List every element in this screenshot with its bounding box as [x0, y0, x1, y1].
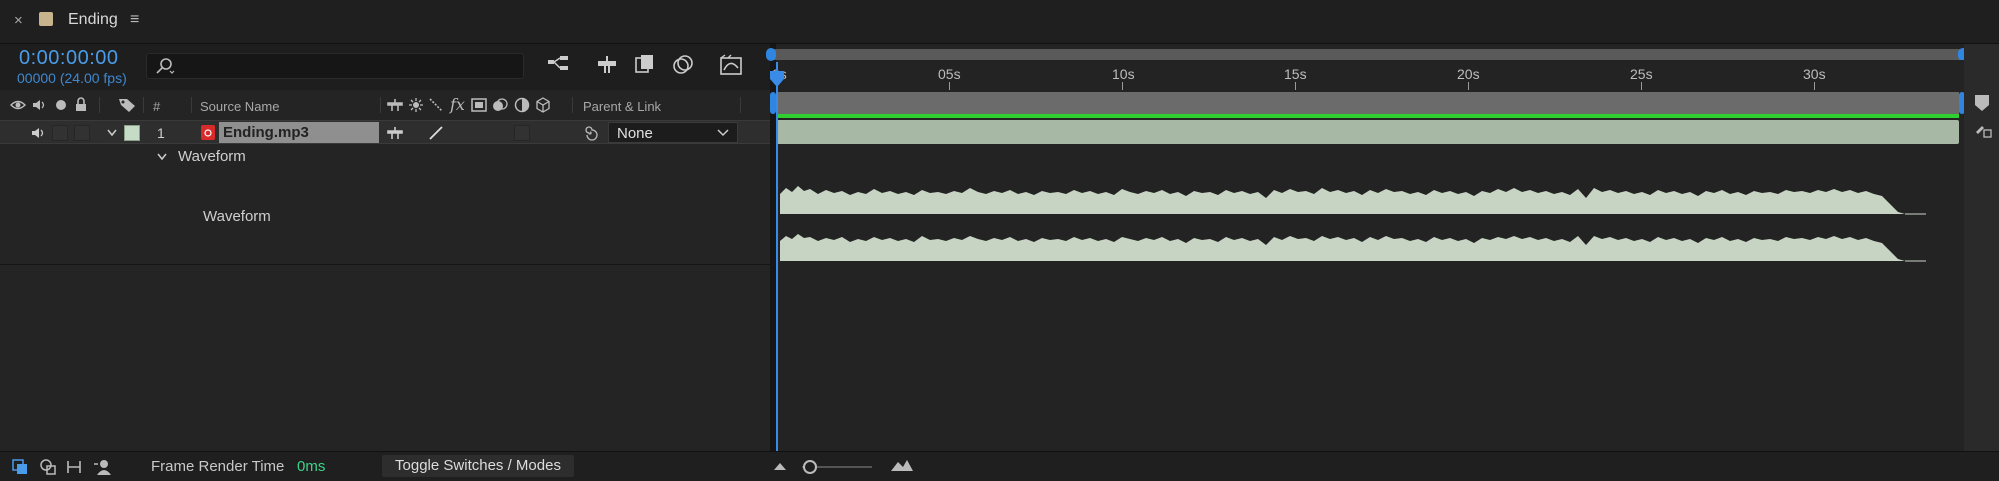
ruler-tick-label: 10s [1112, 66, 1135, 82]
quality-icon[interactable] [428, 97, 444, 113]
current-time-indicator[interactable] [776, 62, 778, 451]
solo-icon[interactable] [55, 99, 67, 111]
audio-toggle-icon[interactable] [30, 126, 46, 140]
waveform-property-group[interactable]: Waveform [0, 145, 770, 169]
toggle-switches-modes-button[interactable]: Toggle Switches / Modes [382, 455, 574, 477]
panel-menu-icon[interactable]: ≡ [130, 11, 139, 29]
layer-search-field[interactable] [146, 53, 524, 79]
audio-file-icon [201, 125, 215, 140]
zoom-in-icon[interactable] [890, 458, 914, 472]
frame-blending-icon[interactable] [632, 52, 658, 78]
waveform-left-channel [780, 186, 1926, 215]
lock-icon[interactable] [74, 97, 88, 112]
parent-value: None [617, 125, 653, 142]
layer-name[interactable]: Ending.mp3 [219, 122, 379, 143]
motion-blur-switch-icon[interactable] [491, 97, 509, 113]
timeline-right-strip [1964, 44, 1999, 451]
pick-whip-icon[interactable] [582, 125, 598, 141]
search-icon [156, 58, 175, 74]
ruler-tick-label: 05s [938, 66, 961, 82]
composition-tab-title[interactable]: Ending [68, 11, 118, 29]
motion-blur-icon[interactable] [670, 52, 696, 78]
current-time-display[interactable]: 0:00:00:00 [19, 47, 119, 70]
ruler-tick-label: 25s [1630, 66, 1653, 82]
number-column-header[interactable]: # [153, 99, 160, 114]
composition-color-swatch [39, 12, 53, 26]
search-input[interactable] [181, 56, 511, 76]
panel-tab-bar: × Ending ≡ [0, 0, 1999, 44]
music-note-icon [204, 129, 212, 137]
playhead-icon[interactable] [769, 70, 785, 88]
waveform-property-row: Waveform [0, 170, 770, 265]
3d-layer-icon[interactable] [535, 97, 551, 113]
source-name-column-header[interactable]: Source Name [200, 99, 279, 114]
time-ruler[interactable]: 0s 05s 10s 15s 20s 25s 30s [772, 60, 1964, 90]
time-navigator-bar[interactable] [769, 49, 1968, 60]
audio-icon[interactable] [31, 98, 47, 112]
render-cache-indicator [776, 114, 1959, 118]
time-navigator-start-handle[interactable] [766, 48, 776, 61]
video-visibility-icon[interactable] [10, 98, 26, 112]
layer-number: 1 [157, 125, 165, 141]
chevron-down-icon [717, 129, 729, 137]
solo-toggle[interactable] [52, 125, 68, 141]
ruler-tick-label: 20s [1457, 66, 1480, 82]
in-out-pane-icon[interactable] [65, 458, 83, 476]
ruler-tick-label: 30s [1803, 66, 1826, 82]
shy-switch-icon[interactable] [386, 125, 404, 141]
zoom-out-icon[interactable] [773, 461, 787, 471]
lock-toggle[interactable] [74, 125, 90, 141]
adjustment-layer-icon[interactable] [514, 97, 530, 113]
render-time-pane-icon[interactable] [92, 458, 112, 476]
parent-link-column-header[interactable]: Parent & Link [583, 99, 661, 114]
layer-row[interactable]: 1 Ending.mp3 None [0, 120, 770, 144]
layer-label-color[interactable] [124, 125, 140, 141]
collapse-transformations-icon[interactable] [408, 97, 424, 113]
comp-marker-bin-icon[interactable] [1974, 94, 1990, 112]
layer-duration-bar[interactable] [776, 120, 1959, 144]
composition-flowchart-icon[interactable] [545, 52, 571, 78]
effects-fx-icon[interactable]: fx [450, 95, 465, 114]
layer-switches-pane-icon[interactable] [11, 458, 29, 476]
quality-switch-icon[interactable] [428, 125, 444, 141]
draft-3d-icon[interactable] [594, 52, 620, 78]
waveform-item-label: Waveform [203, 208, 271, 225]
parent-dropdown[interactable]: None [608, 122, 738, 143]
close-tab-icon[interactable]: × [14, 12, 28, 30]
adjustment-switch[interactable] [514, 125, 530, 141]
frame-rate-display: 00000 (24.00 fps) [17, 70, 127, 86]
column-header-row: # Source Name fx Parent & Link [0, 93, 770, 117]
frame-blend-switch-icon[interactable] [471, 97, 487, 113]
graph-editor-icon[interactable] [718, 52, 744, 78]
chevron-down-icon[interactable] [156, 152, 168, 162]
waveform-group-label: Waveform [178, 148, 246, 165]
frame-render-time-value: 0ms [297, 458, 326, 475]
frame-render-time-label: Frame Render Time [151, 458, 285, 475]
label-tag-icon[interactable] [118, 97, 136, 113]
ruler-tick-label: 15s [1284, 66, 1307, 82]
expand-chevron-icon[interactable] [106, 128, 118, 138]
navigator-right-icon[interactable] [1974, 124, 1992, 140]
work-area-bar[interactable] [776, 92, 1959, 114]
transfer-controls-pane-icon[interactable] [39, 458, 57, 476]
waveform-right-channel [780, 234, 1926, 262]
zoom-slider-thumb[interactable] [803, 460, 817, 474]
bottom-status-bar: Frame Render Time 0ms Toggle Switches / … [0, 451, 1999, 481]
shy-icon[interactable] [386, 97, 404, 113]
